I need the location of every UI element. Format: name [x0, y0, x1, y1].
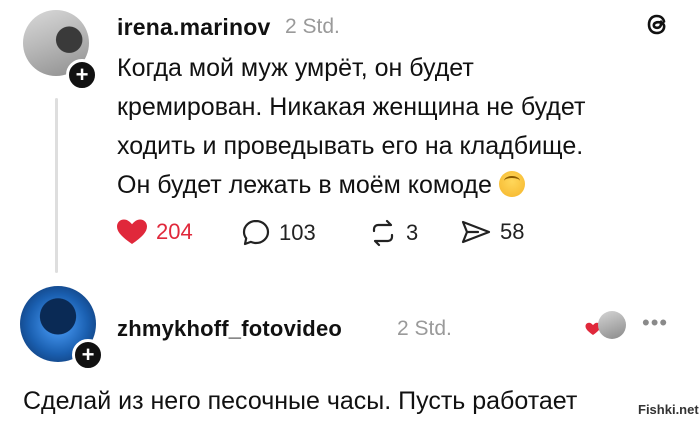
like-button[interactable]: 204 — [116, 218, 193, 246]
comment-count: 103 — [279, 220, 316, 245]
follow-plus-icon[interactable]: + — [66, 59, 98, 91]
thread-connector-line — [55, 98, 58, 273]
relieved-smile-icon — [498, 171, 525, 197]
repost-icon — [372, 219, 394, 247]
threads-logo-icon[interactable] — [642, 9, 672, 39]
reply-text: Сделай из него песочные часы. Пусть рабо… — [23, 387, 578, 415]
share-button[interactable]: 58 — [460, 218, 524, 246]
post-time: 2 Std. — [285, 15, 340, 38]
reply-username[interactable]: zhmykhoff_fotovideo — [117, 316, 342, 342]
heart-icon — [117, 219, 147, 244]
reply-time: 2 Std. — [397, 317, 452, 340]
send-icon — [461, 220, 491, 244]
liked-by-author-avatar — [598, 311, 626, 339]
reply-follow-plus-icon[interactable]: + — [72, 339, 104, 371]
like-count: 204 — [156, 219, 193, 244]
share-count: 58 — [500, 219, 525, 244]
comment-bubble-icon — [242, 219, 270, 246]
post-text: Когда мой муж умрёт, он будет кремирован… — [117, 49, 587, 205]
more-options-icon[interactable]: ••• — [642, 310, 668, 336]
comment-button[interactable]: 103 — [241, 218, 316, 248]
watermark: Fishki.net — [638, 402, 699, 417]
repost-button[interactable]: 3 — [368, 218, 418, 248]
post-username[interactable]: irena.marinov — [117, 14, 270, 41]
repost-count: 3 — [406, 220, 419, 245]
